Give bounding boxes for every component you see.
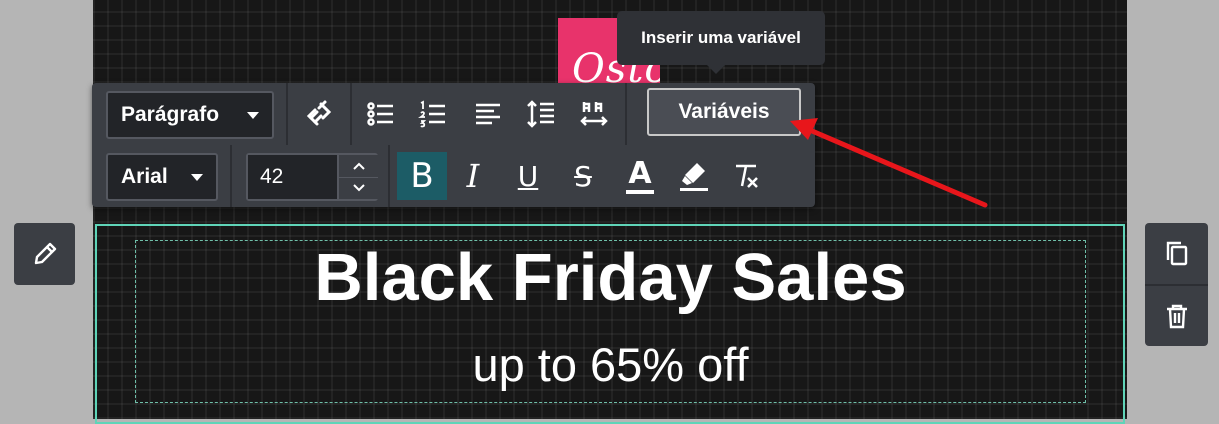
letter-spacing-icon [580, 102, 608, 126]
toolbar-divider [286, 83, 288, 145]
text-color-icon: A [626, 158, 654, 194]
toolbar-divider [625, 83, 627, 145]
clear-format-icon [736, 164, 758, 188]
bold-button[interactable]: B [397, 152, 447, 200]
copy-icon [1166, 241, 1187, 265]
toolbar-divider [350, 83, 352, 145]
italic-icon: I [466, 157, 480, 195]
chevron-down-icon [191, 174, 203, 181]
toolbar-divider [388, 145, 390, 207]
font-size-increase[interactable] [339, 155, 378, 178]
delete-block-button[interactable] [1145, 285, 1208, 346]
line-height-icon [527, 100, 554, 128]
edit-block-button[interactable] [14, 223, 75, 285]
strikethrough-icon: S [574, 159, 592, 193]
toolbar-row-bottom: Arial B I U S A [92, 145, 815, 207]
duplicate-block-button[interactable] [1145, 223, 1208, 286]
font-family-dropdown[interactable]: Arial [106, 153, 218, 201]
bold-icon: B [410, 156, 434, 196]
font-size-field [246, 153, 378, 201]
variables-button-label: Variáveis [678, 100, 770, 123]
font-family-value: Arial [121, 165, 168, 188]
variables-tooltip: Inserir uma variável [617, 11, 825, 65]
strikethrough-button[interactable]: S [559, 152, 607, 200]
variables-button[interactable]: Variáveis [647, 88, 801, 136]
highlight-button[interactable] [672, 154, 716, 198]
numbered-list-button[interactable] [411, 92, 455, 136]
block-actions-panel [1145, 223, 1208, 346]
letter-spacing-button[interactable] [572, 92, 616, 136]
align-left-icon [476, 103, 500, 125]
block-type-dropdown[interactable]: Parágrafo [106, 91, 274, 139]
bullet-list-icon [367, 102, 393, 126]
link-button[interactable] [297, 92, 341, 136]
clear-format-button[interactable] [724, 154, 768, 198]
underline-icon: U [517, 159, 539, 193]
tooltip-text: Inserir uma variável [641, 28, 801, 47]
trash-icon [1166, 304, 1187, 328]
pencil-icon [34, 242, 56, 265]
align-left-button[interactable] [466, 92, 510, 136]
block-type-value: Parágrafo [121, 103, 220, 126]
unlink-icon [306, 100, 332, 126]
toolbar-divider [230, 145, 232, 207]
font-size-decrease[interactable] [339, 177, 378, 199]
underline-button[interactable]: U [504, 152, 552, 200]
font-size-stepper [337, 155, 378, 199]
line-height-button[interactable] [519, 92, 563, 136]
chevron-down-icon [352, 184, 365, 192]
text-format-toolbar: Parágrafo Variáveis Arial 42 B I U S A [92, 83, 815, 207]
chevron-down-icon [247, 112, 259, 119]
toolbar-row-top: Parágrafo Variáveis [92, 83, 815, 145]
subline-text[interactable]: up to 65% off [135, 330, 1086, 400]
italic-button[interactable]: I [449, 152, 497, 200]
highlighter-icon [680, 163, 708, 191]
numbered-list-icon [418, 100, 445, 128]
tooltip-pointer [706, 64, 726, 74]
bullet-list-button[interactable] [359, 92, 403, 136]
headline-text[interactable]: Black Friday Sales [135, 240, 1086, 316]
font-size-input[interactable] [248, 155, 336, 199]
text-color-button[interactable]: A [616, 152, 664, 200]
chevron-up-icon [352, 162, 365, 170]
